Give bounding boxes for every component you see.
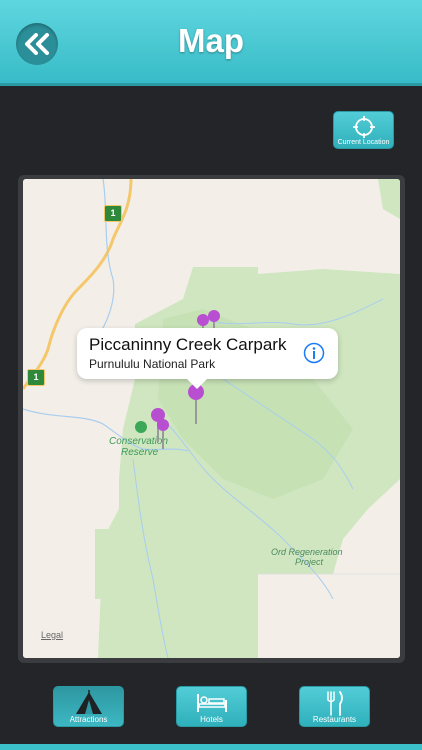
map-pin[interactable] [157,419,169,449]
pin-stem [195,400,197,424]
map-callout[interactable]: Piccaninny Creek Carpark Purnululu Natio… [77,328,338,389]
callout-title: Piccaninny Creek Carpark [89,335,287,354]
pin-stem [162,431,164,449]
pin-head [157,419,169,431]
pin-head [208,310,220,322]
tent-icon [75,690,102,714]
map-view[interactable]: 1 1 Conservation Reserve Ord Regeneratio… [23,179,400,658]
legal-link[interactable]: Legal [41,630,63,640]
callout-subtitle: Purnululu National Park [89,357,216,371]
map-pin[interactable] [188,384,204,424]
tab-label: Hotels [200,715,223,724]
highway-shield: 1 [27,369,45,386]
map-canvas [23,179,400,658]
current-location-button[interactable]: Current Location [333,111,394,149]
highway-shield: 1 [104,205,122,222]
tab-restaurants[interactable]: Restaurants [299,686,370,727]
tab-hotels[interactable]: Hotels [176,686,247,727]
tab-label: Attractions [69,715,108,724]
bed-icon [196,694,227,712]
bottom-accent-bar [0,744,422,750]
highway-number: 1 [110,208,116,218]
place-label-ord-regeneration: Ord Regeneration [271,547,343,557]
current-location-label: Current Location [337,139,390,146]
tab-attractions[interactable]: Attractions [53,686,124,727]
park-area-outer [95,529,119,599]
park-marker-icon [135,421,147,433]
tab-label: Restaurants [312,715,357,724]
highway-number: 1 [33,372,39,382]
header-bar: Map [0,0,422,86]
page-title: Map [178,22,244,59]
fork-knife-icon [326,691,343,716]
crosshair-icon [353,116,375,138]
place-label-reserve: Reserve [121,447,159,458]
place-label-project: Project [295,557,324,567]
info-icon[interactable] [303,342,325,364]
